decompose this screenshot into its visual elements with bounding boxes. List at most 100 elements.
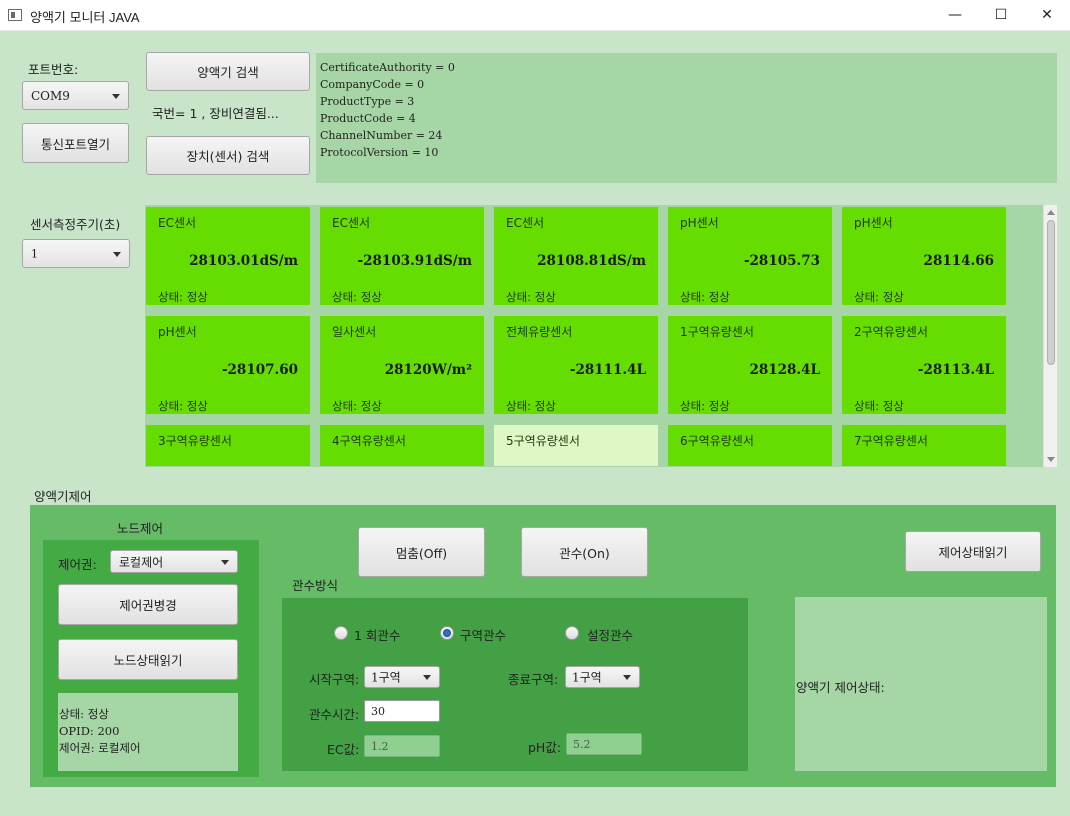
sensor-tile: pH센서 28114.66 상태: 정상	[842, 207, 1006, 305]
sensor-name: 3구역유량센서	[158, 434, 232, 448]
stop-button[interactable]: 멈춤(Off)	[358, 527, 485, 577]
info-line: ProductType = 3	[320, 95, 415, 108]
irrigation-time-input[interactable]: 30	[364, 700, 440, 722]
sensor-value: 28120W/m²	[384, 362, 472, 378]
radio-preset-label: 설정관수	[587, 628, 634, 643]
search-device-button[interactable]: 양액기 검색	[146, 52, 310, 91]
sensor-status: 상태: 정상	[158, 290, 208, 304]
chevron-down-icon	[112, 93, 120, 99]
sensor-status: 상태: 정상	[680, 290, 730, 304]
scroll-thumb[interactable]	[1047, 220, 1055, 365]
authority-value: 로컬제어	[119, 555, 164, 569]
chevron-down-icon	[221, 559, 229, 565]
irrigate-on-button[interactable]: 관수(On)	[521, 527, 648, 577]
sensor-tile: EC센서 -28103.91dS/m 상태: 정상	[320, 207, 484, 305]
radio-once-label: 1 회관수	[354, 628, 401, 643]
control-section-title: 양액기제어	[34, 489, 92, 504]
sensor-value: -28111.4L	[569, 362, 646, 378]
end-zone-value: 1구역	[572, 670, 602, 685]
sensor-value: -28103.91dS/m	[357, 253, 472, 269]
sensor-name: pH센서	[158, 325, 197, 339]
maximize-button[interactable]: ☐	[978, 0, 1024, 31]
measure-period-value: 1	[31, 247, 38, 260]
sensor-tile: pH센서 -28107.60 상태: 정상	[146, 316, 310, 414]
sensor-tile: 7구역유량센서	[842, 425, 1006, 466]
open-port-button[interactable]: 통신포트열기	[22, 123, 129, 163]
port-value: COM9	[31, 88, 70, 103]
chevron-down-icon	[113, 251, 121, 257]
sensor-value: 28103.01dS/m	[189, 253, 298, 269]
node-status-box: 상태: 정상 OPID: 200 제어권: 로컬제어	[58, 693, 238, 771]
ec-label: EC값:	[327, 742, 360, 757]
sensor-tile: 6구역유량센서	[668, 425, 832, 466]
sensor-name: 일사센서	[332, 325, 377, 339]
sensor-name: pH센서	[854, 216, 893, 230]
sensor-status: 상태: 정상	[158, 399, 208, 413]
sensor-value: 28108.81dS/m	[537, 253, 646, 269]
info-line: ProtocolVersion = 10	[320, 146, 439, 159]
sensor-tile: EC센서 28103.01dS/m 상태: 정상	[146, 207, 310, 305]
chevron-down-icon	[423, 675, 431, 680]
sensor-tile: pH센서 -28105.73 상태: 정상	[668, 207, 832, 305]
info-line: CompanyCode = 0	[320, 78, 425, 91]
sensor-tile: 4구역유량센서	[320, 425, 484, 466]
scroll-down-icon[interactable]	[1047, 457, 1055, 462]
authority-select[interactable]: 로컬제어	[110, 550, 238, 573]
device-info-box: CertificateAuthority = 0 CompanyCode = 0…	[316, 53, 1057, 183]
scroll-up-icon[interactable]	[1047, 210, 1055, 215]
control-state-box: 양액기 제어상태:	[795, 597, 1047, 771]
close-button[interactable]: ✕	[1024, 0, 1070, 31]
change-authority-button[interactable]: 제어권병경	[58, 584, 238, 625]
search-sensor-button[interactable]: 장치(센서) 검색	[146, 136, 310, 175]
sensor-name: 5구역유량센서	[506, 434, 580, 448]
irrigation-method-title: 관수방식	[292, 578, 339, 593]
sensor-name: 7구역유량센서	[854, 434, 928, 448]
sensor-value: 28128.4L	[749, 362, 820, 378]
minimize-button[interactable]: —	[932, 0, 978, 31]
radio-preset[interactable]	[565, 626, 579, 640]
port-select[interactable]: COM9	[22, 81, 129, 110]
measure-period-select[interactable]: 1	[22, 239, 130, 268]
node-status-line: 상태: 정상	[59, 707, 109, 721]
ph-label: pH값:	[528, 740, 562, 755]
sensor-value: -28105.73	[743, 253, 820, 269]
ec-input[interactable]: 1.2	[364, 735, 440, 757]
end-zone-select[interactable]: 1구역	[565, 666, 640, 688]
sensor-tile: 전체유량센서 -28111.4L 상태: 정상	[494, 316, 658, 414]
sensor-status: 상태: 정상	[680, 399, 730, 413]
sensor-status: 상태: 정상	[332, 399, 382, 413]
info-line: ChannelNumber = 24	[320, 129, 443, 142]
read-control-state-button[interactable]: 제어상태읽기	[905, 531, 1041, 572]
sensor-status: 상태: 정상	[854, 399, 904, 413]
start-zone-label: 시작구역:	[309, 672, 360, 687]
sensor-name: EC센서	[158, 216, 197, 230]
sensor-scrollbar[interactable]	[1043, 205, 1057, 467]
sensor-tile: 2구역유량센서 -28113.4L 상태: 정상	[842, 316, 1006, 414]
sensor-name: 1구역유량센서	[680, 325, 754, 339]
node-status-line: OPID: 200	[59, 724, 120, 738]
radio-zone-label: 구역관수	[460, 628, 507, 643]
radio-zone[interactable]	[440, 626, 454, 640]
port-label: 포트번호:	[28, 62, 79, 77]
sensor-name: EC센서	[332, 216, 371, 230]
sensor-tile: 일사센서 28120W/m² 상태: 정상	[320, 316, 484, 414]
start-zone-select[interactable]: 1구역	[364, 666, 440, 688]
info-line: ProductCode = 4	[320, 112, 416, 125]
title-bar: 양액기 모니터 JAVA — ☐ ✕	[0, 0, 1070, 31]
start-zone-value: 1구역	[371, 670, 401, 685]
sensor-name: 전체유량센서	[506, 325, 573, 339]
node-control-title: 노드제어	[117, 521, 164, 536]
read-node-status-button[interactable]: 노드상태읽기	[58, 639, 238, 680]
sensor-name: EC센서	[506, 216, 545, 230]
authority-label: 제어권:	[58, 557, 97, 572]
sensor-tile: 3구역유량센서	[146, 425, 310, 466]
node-status-line: 제어권: 로컬제어	[59, 741, 141, 755]
radio-once[interactable]	[334, 626, 348, 640]
sensor-value: -28113.4L	[917, 362, 994, 378]
ph-input[interactable]: 5.2	[566, 733, 642, 755]
window-title: 양액기 모니터 JAVA	[30, 10, 140, 25]
chevron-down-icon	[623, 675, 631, 680]
connection-status: 국번= 1 , 장비연결됨...	[152, 106, 279, 121]
sensor-status: 상태: 정상	[506, 290, 556, 304]
sensor-name: 4구역유량센서	[332, 434, 406, 448]
